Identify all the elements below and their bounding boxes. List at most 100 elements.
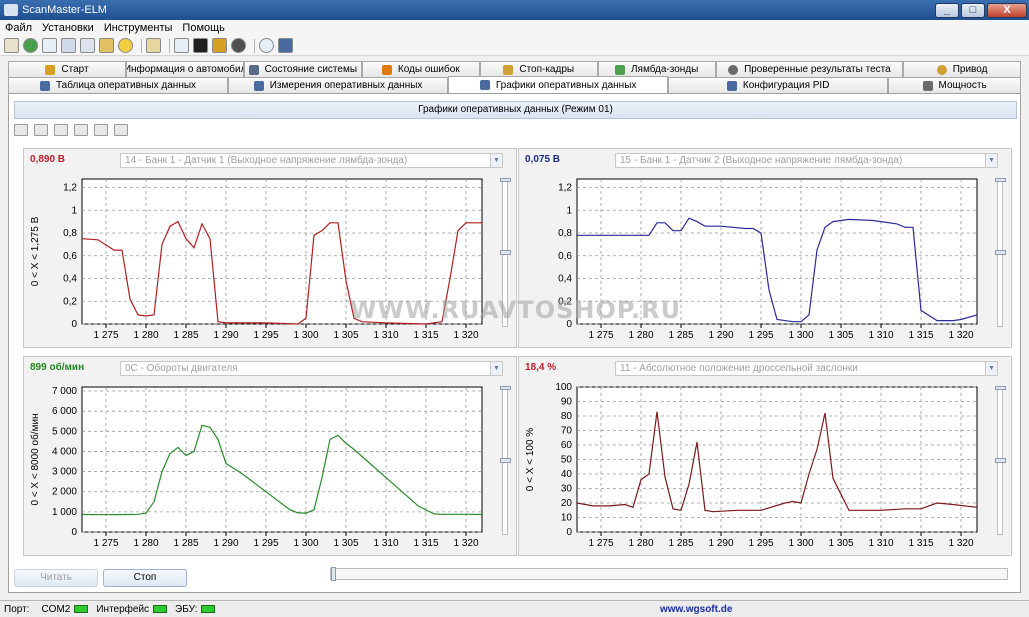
chevron-down-icon[interactable]: ▼ (490, 362, 502, 375)
menu-file[interactable]: Файл (0, 22, 37, 34)
exit-icon[interactable] (278, 38, 293, 53)
y-tick-label: 1 (566, 205, 572, 216)
slider-thumb[interactable] (995, 250, 1006, 255)
tab-live-data-table[interactable]: Таблица оперативных данных (8, 77, 229, 93)
stop-button[interactable]: Стоп (103, 569, 187, 587)
slider-thumb[interactable] (331, 567, 336, 581)
x-tick-label: 1 280 (628, 538, 653, 549)
document-icon[interactable] (42, 38, 57, 53)
x-tick-label: 1 310 (373, 330, 398, 341)
y-tick-label: 1 (71, 205, 77, 216)
connect-icon[interactable] (4, 38, 19, 53)
slider-top-thumb[interactable] (500, 386, 511, 390)
minimize-button[interactable]: _ (935, 2, 959, 18)
y-tick-label: 1,2 (63, 183, 77, 194)
menu-settings[interactable]: Установки (37, 22, 99, 34)
tab-pid-config[interactable]: Конфигурация PID (668, 77, 889, 93)
x-tick-label: 1 315 (413, 330, 438, 341)
slider-top-thumb[interactable] (500, 178, 511, 182)
chart-icon[interactable] (99, 38, 114, 53)
x-tick-label: 1 280 (133, 330, 158, 341)
y-tick-label: 0,8 (63, 228, 77, 239)
x-tick-label: 1 300 (788, 538, 813, 549)
scale-slider[interactable] (995, 178, 1006, 327)
app-icon (4, 4, 18, 16)
battery-icon[interactable] (212, 38, 227, 53)
scale-slider[interactable] (995, 386, 1006, 535)
tab-row-2: Таблица оперативных данных Измерения опе… (8, 76, 1022, 93)
toolbar-separator (141, 38, 142, 53)
scale-slider[interactable] (500, 178, 511, 327)
clipboard-icon[interactable] (146, 38, 161, 53)
time-scroll-slider[interactable] (330, 567, 1008, 581)
window-title: ScanMaster-ELM (22, 4, 107, 16)
save-icon[interactable] (74, 124, 88, 136)
chart-panel-2: 899 об/мин 0C - Обороты двигателя ▼ 0 1 00… (23, 356, 517, 556)
menu-help[interactable]: Помощь (177, 22, 230, 34)
chevron-down-icon[interactable]: ▼ (985, 154, 997, 167)
tab-error-codes[interactable]: Коды ошибок (361, 61, 480, 77)
x-tick-label: 1 280 (628, 330, 653, 341)
y-tick-label: 40 (561, 469, 573, 480)
pid-select[interactable]: 0C - Обороты двигателя ▼ (120, 361, 503, 376)
y-tick-label: 80 (561, 411, 573, 422)
table-icon[interactable] (61, 38, 76, 53)
add-graph-icon[interactable] (14, 124, 28, 136)
gauge-icon[interactable] (80, 38, 95, 53)
slider-thumb[interactable] (500, 250, 511, 255)
remove-graph-icon[interactable] (34, 124, 48, 136)
ecu-led-icon (201, 605, 216, 613)
flag-icon[interactable] (174, 38, 189, 53)
tab-live-data-meters[interactable]: Измерения оперативных данных (228, 77, 449, 93)
slider-thumb[interactable] (500, 458, 511, 463)
maximize-button[interactable]: □ (961, 2, 985, 18)
x-tick-label: 1 300 (293, 538, 318, 549)
terminal-icon[interactable] (193, 38, 208, 53)
stop-icon[interactable] (231, 38, 246, 53)
chart-plot: 0 0,2 0,4 0,6 0,8 1 1,2 1 275 1 280 1 285 1 290 1 2… (558, 178, 978, 341)
print-icon[interactable] (94, 124, 108, 136)
status-com: COM2 (33, 604, 92, 615)
tab-freeze-frames[interactable]: Стоп-кадры (479, 61, 598, 77)
y-tick-label: 90 (561, 397, 573, 408)
scale-slider[interactable] (500, 386, 511, 535)
print-preview-icon[interactable] (114, 124, 128, 136)
tab-drive[interactable]: Привод (903, 61, 1022, 77)
y-tick-label: 5 000 (52, 426, 77, 437)
open-icon[interactable] (54, 124, 68, 136)
y-tick-label: 20 (561, 498, 573, 509)
chart-panel-3: 18,4 % 11 - Абсолютное положение дроссел… (518, 356, 1012, 556)
close-button[interactable]: X (987, 2, 1027, 18)
tab-live-data-graphs[interactable]: Графики оперативных данных (448, 76, 669, 93)
tab-test-results[interactable]: Проверенные результаты теста (715, 61, 904, 77)
y-tick-label: 10 (561, 513, 573, 524)
slider-thumb[interactable] (995, 458, 1006, 463)
x-tick-label: 1 305 (828, 330, 853, 341)
chevron-down-icon[interactable]: ▼ (490, 154, 502, 167)
slider-top-thumb[interactable] (995, 386, 1006, 390)
y-tick-label: 50 (561, 455, 573, 466)
tab-vehicle-info[interactable]: Информация о автомобиле (125, 61, 244, 77)
slider-top-thumb[interactable] (995, 178, 1006, 182)
globe-icon[interactable] (23, 38, 38, 53)
website-link[interactable]: www.wgsoft.de (660, 604, 732, 615)
menu-tools[interactable]: Инструменты (99, 22, 178, 34)
chevron-down-icon[interactable]: ▼ (985, 362, 997, 375)
y-tick-label: 0,4 (63, 274, 77, 285)
money-icon[interactable] (118, 38, 133, 53)
pid-select[interactable]: 15 - Банк 1 - Датчик 2 (Выходное напряже… (615, 153, 998, 168)
tab-power[interactable]: Мощность (888, 77, 1022, 93)
y-tick-label: 0 (71, 319, 77, 330)
pid-select[interactable]: 11 - Абсолютное положение дроссельной за… (615, 361, 998, 376)
tab-o2-sensors[interactable]: Лямбда-зонды (597, 61, 716, 77)
x-tick-label: 1 285 (173, 538, 198, 549)
info-icon[interactable] (259, 38, 274, 53)
read-button[interactable]: Читать (14, 569, 98, 587)
tab-start[interactable]: Старт (8, 61, 126, 77)
pid-select[interactable]: 14 - Банк 1 - Датчик 1 (Выходное напряже… (120, 153, 503, 168)
tab-row-1: Старт Информация о автомобиле Состояние … (8, 61, 1022, 77)
toolbar-separator (254, 38, 255, 53)
system-icon (248, 64, 259, 75)
tab-system-status[interactable]: Состояние системы (243, 61, 362, 77)
y-tick-label: 6 000 (52, 406, 77, 417)
